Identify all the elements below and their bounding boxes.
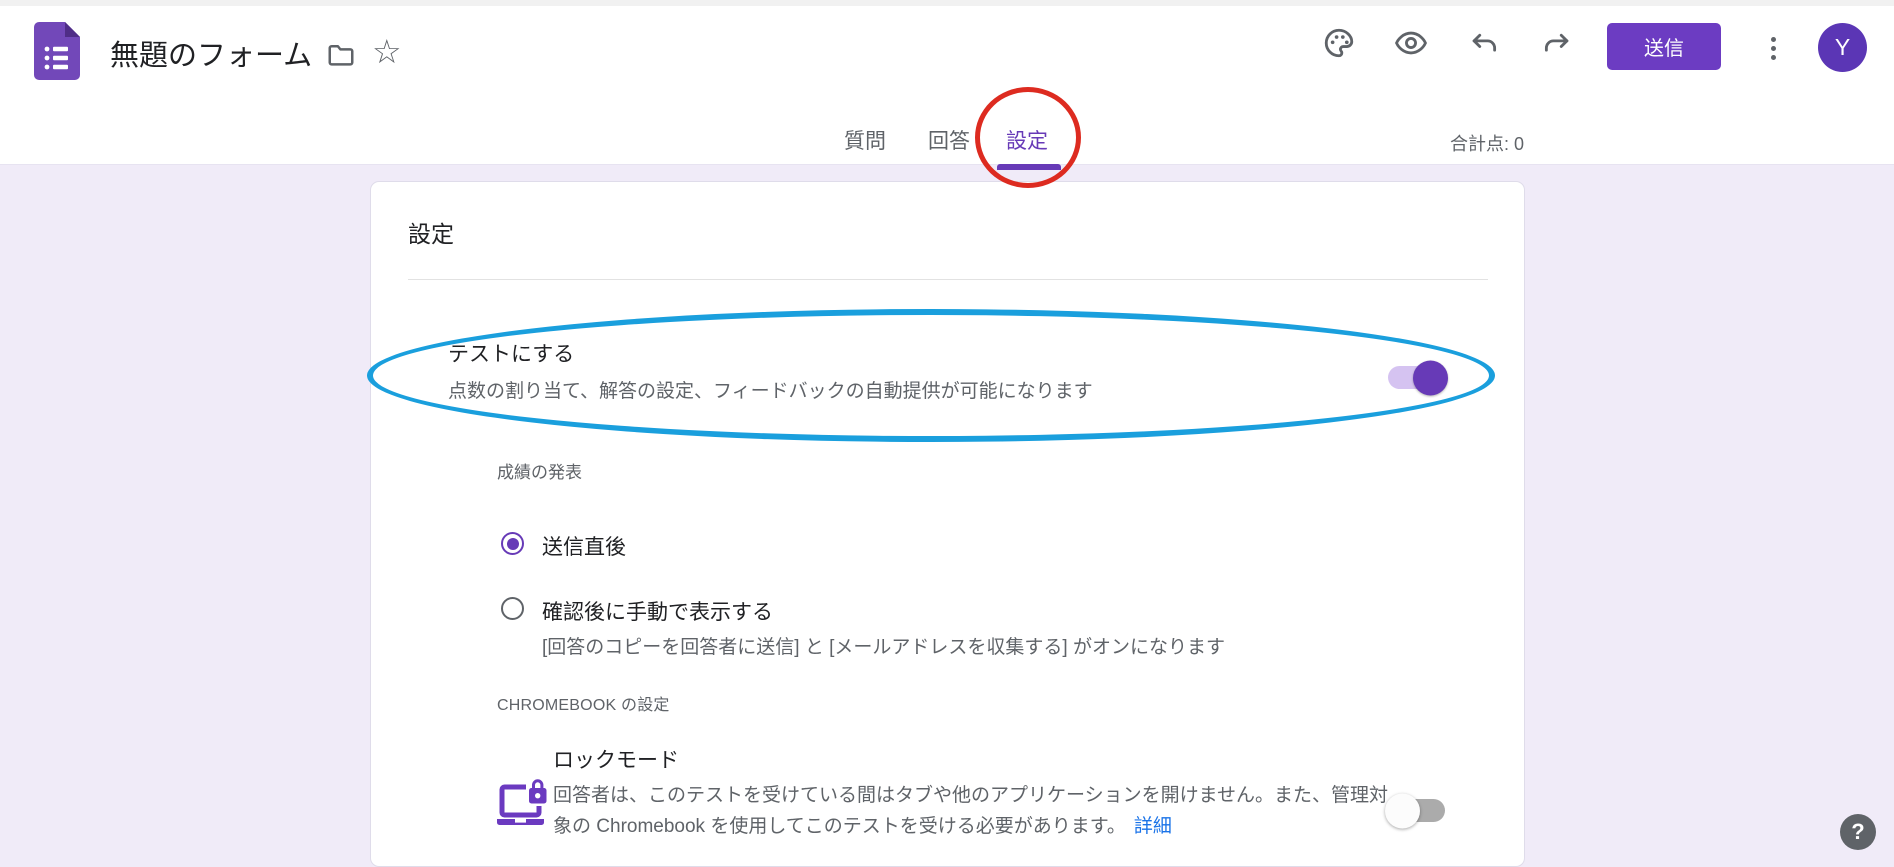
divider xyxy=(408,279,1488,280)
lock-mode-toggle-switch[interactable] xyxy=(1388,799,1445,822)
tab-responses[interactable]: 回答 xyxy=(928,125,970,155)
toggle-knob xyxy=(1413,360,1448,395)
radio-release-after-review-label[interactable]: 確認後に手動で表示する xyxy=(542,596,773,626)
undo-icon[interactable] xyxy=(1467,26,1501,60)
settings-heading: 設定 xyxy=(408,215,454,249)
grade-release-section-label: 成績の発表 xyxy=(497,458,582,483)
chromebook-section-label: CHROMEBOOK の設定 xyxy=(497,691,670,715)
send-button[interactable]: 送信 xyxy=(1607,23,1721,70)
radio-release-after-review-description: [回答のコピーを回答者に送信] と [メールアドレスを収集する] がオンになりま… xyxy=(542,632,1225,659)
settings-card: 設定 テストにする 点数の割り当て、解答の設定、フィードバックの自動提供が可能に… xyxy=(370,181,1525,867)
lock-mode-title: ロックモード xyxy=(553,744,679,774)
tab-questions[interactable]: 質問 xyxy=(844,125,886,155)
redo-icon[interactable] xyxy=(1540,26,1574,60)
forms-logo-icon[interactable] xyxy=(34,22,80,80)
quiz-toggle-switch[interactable] xyxy=(1388,366,1445,389)
radio-release-after-review[interactable] xyxy=(501,597,524,620)
details-link[interactable]: 詳細 xyxy=(1134,816,1172,837)
more-options-icon[interactable] xyxy=(1763,28,1783,68)
lock-mode-description-text: 回答者は、このテストを受けている間はタブや他のアプリケーションを開けません。また… xyxy=(553,785,1388,837)
star-icon[interactable]: ☆ xyxy=(372,32,402,72)
radio-release-immediately[interactable] xyxy=(501,532,524,555)
toggle-knob xyxy=(1385,793,1420,828)
radio-release-immediately-label[interactable]: 送信直後 xyxy=(542,531,626,561)
tab-settings[interactable]: 設定 xyxy=(1006,125,1048,155)
quiz-toggle-description: 点数の割り当て、解答の設定、フィードバックの自動提供が可能になります xyxy=(448,376,1093,403)
account-avatar[interactable]: Y xyxy=(1818,23,1867,72)
theme-palette-icon[interactable] xyxy=(1322,26,1356,60)
selected-tab-indicator xyxy=(997,164,1061,170)
form-title[interactable]: 無題のフォーム xyxy=(110,32,312,74)
laptop-lock-icon xyxy=(495,774,551,832)
move-folder-icon[interactable] xyxy=(326,40,356,70)
google-forms-settings-page: 無題のフォーム ☆ xyxy=(0,0,1894,867)
lock-mode-description: 回答者は、このテストを受けている間はタブや他のアプリケーションを開けません。また… xyxy=(553,780,1391,842)
app-header: 無題のフォーム ☆ xyxy=(0,6,1894,165)
total-points-label: 合計点: 0 xyxy=(1450,130,1524,156)
preview-eye-icon[interactable] xyxy=(1394,26,1428,60)
quiz-toggle-title: テストにする xyxy=(448,338,574,368)
help-icon[interactable]: ? xyxy=(1840,814,1876,850)
